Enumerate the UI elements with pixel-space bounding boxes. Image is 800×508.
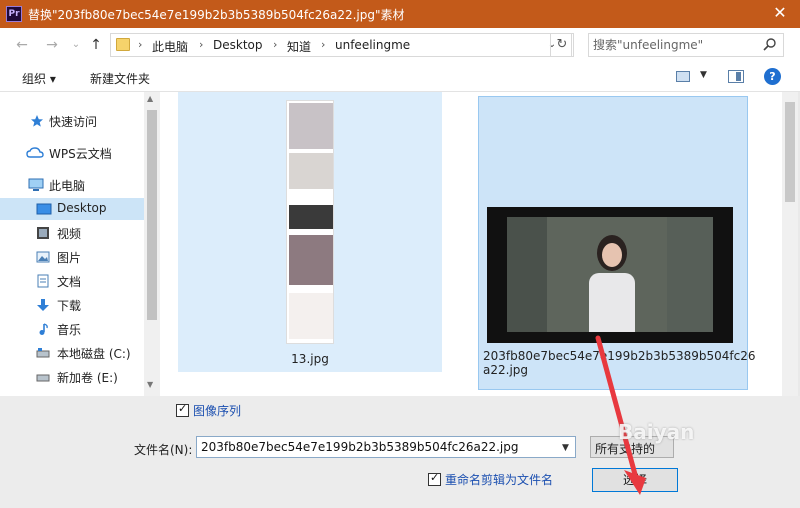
file-name-label: 203fb80e7bec54e7e199b2b3b5389b504fc26 a2… [479,349,756,377]
dialog-footer: 图像序列 文件名(N): ▼ 所有支持的 重命名剪辑为文件名 选择 [0,396,800,508]
photo-content [507,217,713,332]
new-folder-button[interactable]: 新建文件夹 [90,70,150,87]
image-sequence-checkbox[interactable] [176,402,189,417]
file-name-line: 203fb80e7bec54e7e199b2b3b5389b504fc26 [483,349,756,363]
breadcrumb-unfeelingme[interactable]: unfeelingme [335,38,410,52]
file-list-pane: 13.jpg 203fb80e7bec54e7e199b2b3b5389b504… [160,92,798,396]
folder-icon [116,38,130,51]
star-icon [31,115,43,127]
breadcrumb-separator: › [138,38,143,51]
picture-icon [36,251,50,263]
search-box[interactable] [588,33,784,57]
music-icon [39,323,48,335]
search-input[interactable] [589,34,759,56]
file-tile-203fb80e[interactable]: 203fb80e7bec54e7e199b2b3b5389b504fc26 a2… [478,96,756,390]
sidebar-item-label: 此电脑 [49,179,86,193]
help-icon[interactable]: ? [764,68,781,85]
sidebar-item-wps-cloud[interactable]: WPS云文档 [0,142,144,164]
download-icon [37,299,49,311]
document-icon [37,274,49,288]
rename-clip-label[interactable]: 重命名剪辑为文件名 [445,471,553,488]
recent-locations-button[interactable]: ⌄ [66,36,86,54]
breadcrumb[interactable]: › 此电脑 › Desktop › 知道 › unfeelingme ⌄ [110,33,572,57]
sidebar-item-this-pc[interactable]: 此电脑 [0,174,144,196]
content-scrollbar[interactable] [782,92,798,396]
sidebar-item-label: 文档 [57,275,82,289]
premiere-app-icon: Pr [6,6,22,22]
sidebar-item-drive-c[interactable]: 本地磁盘 (C:) [0,342,144,364]
sidebar-item-label: 下载 [57,299,82,313]
sidebar-item-label: 本地磁盘 (C:) [57,347,131,361]
file-name-line: a22.jpg [483,363,529,377]
file-tile-13[interactable]: 13.jpg [178,92,442,372]
desktop-icon [36,203,52,215]
refresh-button[interactable]: ↻ [550,33,574,57]
scroll-down-icon[interactable]: ▼ [147,380,153,389]
watermark-text: Baiyan [618,420,695,444]
close-button[interactable]: ✕ [760,0,800,28]
sidebar-item-label: WPS云文档 [49,147,112,161]
breadcrumb-separator: › [199,38,204,51]
comic-panel [289,153,333,189]
breadcrumb-zhidao[interactable]: 知道 [287,38,311,55]
image-sequence-label[interactable]: 图像序列 [193,402,241,419]
drive-icon [36,374,50,382]
command-toolbar: 组织 ▾ 新建文件夹 ▼ ? [0,62,800,92]
comic-panel [289,205,333,229]
sidebar-item-downloads[interactable]: 下载 [0,294,144,316]
select-button[interactable]: 选择 [592,468,678,492]
preview-pane-icon[interactable] [728,70,744,83]
content-scroll-thumb[interactable] [785,102,795,202]
scroll-up-icon[interactable]: ▲ [147,94,153,103]
back-button[interactable]: ← [12,36,32,54]
sidebar-item-label: 音乐 [57,323,82,337]
breadcrumb-desktop[interactable]: Desktop [213,38,263,52]
navigation-pane: 快速访问 WPS云文档 此电脑 Desktop 视频 图片 文档 下载 音乐 本… [0,92,160,396]
sidebar-item-videos[interactable]: 视频 [0,222,144,244]
title-bar: Pr 替换"203fb80e7bec54e7e199b2b3b5389b504f… [0,0,800,28]
sidebar-item-music[interactable]: 音乐 [0,318,144,340]
sidebar-item-label: 新加卷 (E:) [57,371,118,385]
breadcrumb-separator: › [273,38,278,51]
sidebar-item-label: Desktop [57,201,107,215]
organize-button[interactable]: 组织 ▾ [22,70,56,87]
rename-clip-checkbox[interactable] [428,471,441,486]
sidebar-item-quick-access[interactable]: 快速访问 [0,110,144,132]
cloud-icon [26,147,44,158]
sidebar-item-documents[interactable]: 文档 [0,270,144,292]
search-icon[interactable] [763,37,777,51]
filename-input[interactable] [196,436,576,458]
forward-button[interactable]: → [42,36,62,54]
drive-icon [36,348,50,358]
view-mode-icon[interactable] [676,71,690,82]
sidebar-item-label: 视频 [57,227,82,241]
window-title: 替换"203fb80e7bec54e7e199b2b3b5389b504fc26… [28,8,405,22]
breadcrumb-this-pc[interactable]: 此电脑 [152,38,188,55]
filename-label: 文件名(N): [134,443,193,457]
comic-panel [289,103,333,149]
computer-icon [28,178,44,191]
sidebar-item-drive-e[interactable]: 新加卷 (E:) [0,366,144,388]
video-icon [37,227,49,239]
sidebar-scroll-thumb[interactable] [147,110,157,320]
file-thumbnail-photo [487,207,733,343]
sidebar-item-desktop[interactable]: Desktop [0,198,144,220]
up-folder-button[interactable]: ↑ [86,36,106,54]
sidebar-scrollbar[interactable]: ▲ ▼ [144,92,160,396]
sidebar-item-label: 快速访问 [49,115,98,129]
address-row: ← → ⌄ ↑ › 此电脑 › Desktop › 知道 › unfeeling… [0,28,800,62]
comic-panel [289,235,333,285]
breadcrumb-separator: › [321,38,326,51]
view-dropdown-icon[interactable]: ▼ [700,70,707,80]
filename-dropdown-icon[interactable]: ▼ [562,443,569,453]
sidebar-item-label: 图片 [57,251,82,265]
file-name-label: 13.jpg [291,352,329,366]
sidebar-item-pictures[interactable]: 图片 [0,246,144,268]
comic-panel [289,293,333,339]
file-thumbnail-comic [286,100,334,344]
